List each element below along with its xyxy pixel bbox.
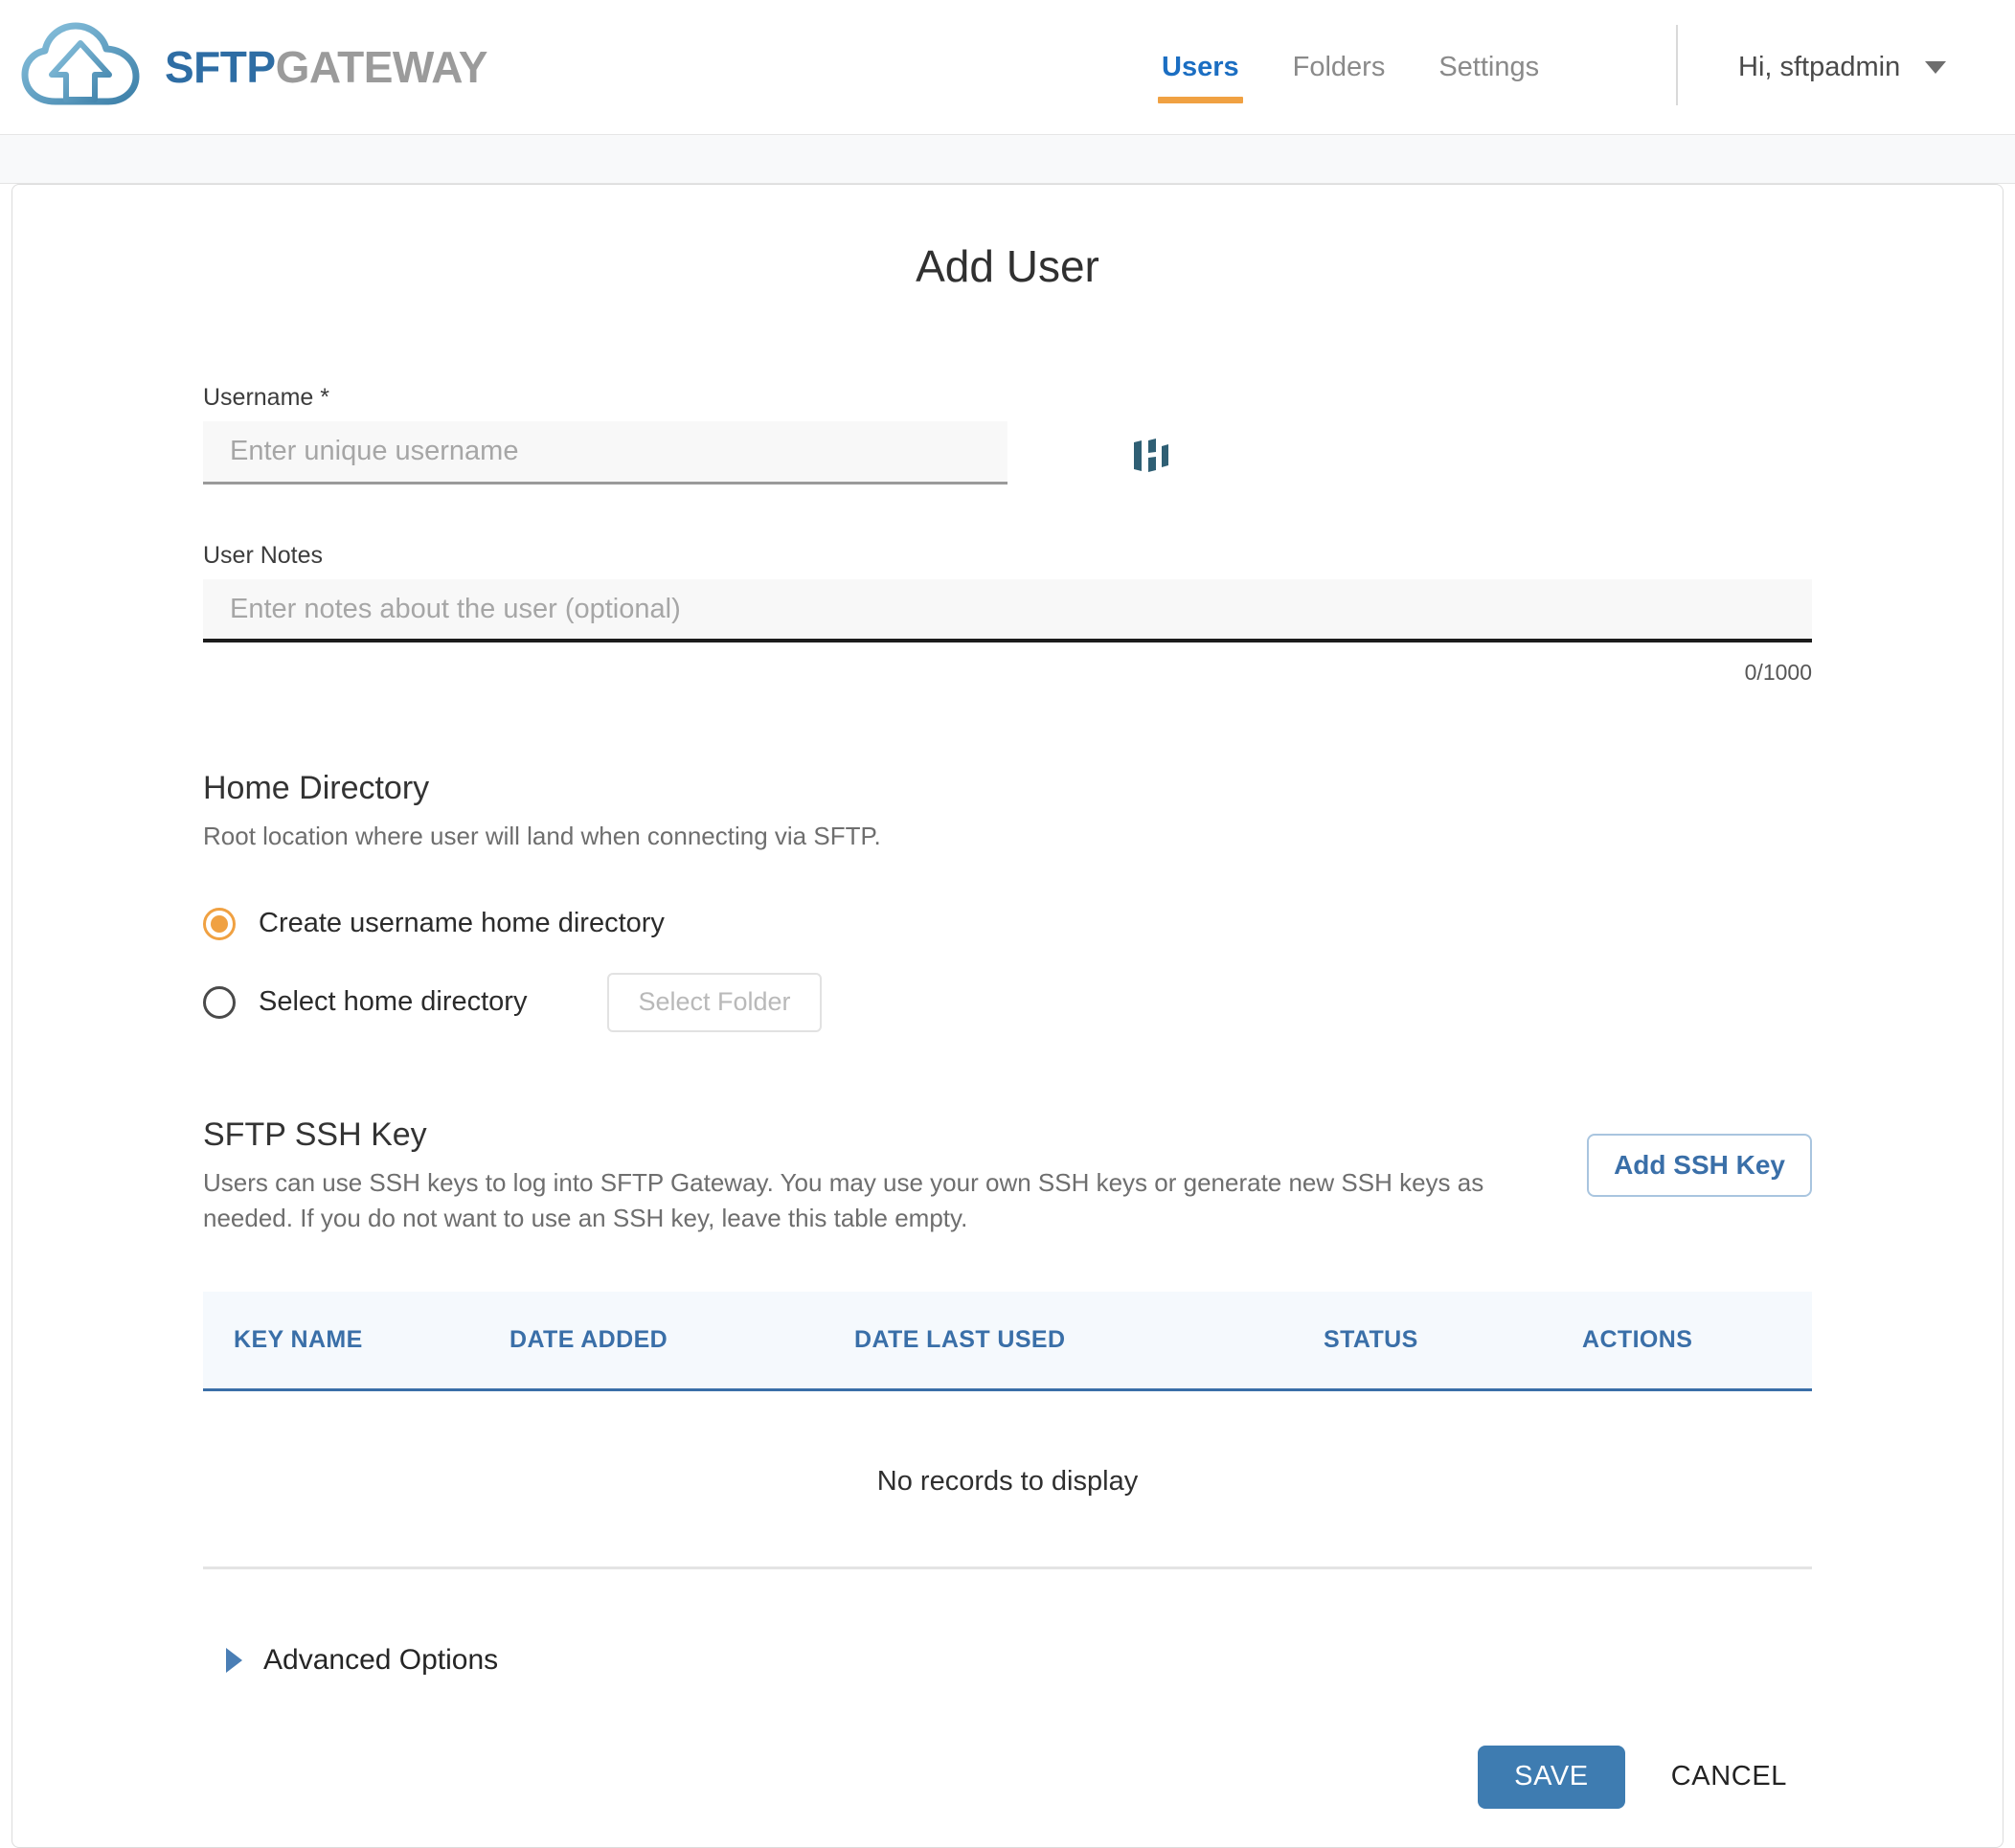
nav-item-users-label: Users xyxy=(1162,51,1239,82)
add-user-card: Add User Username * Enter unique usernam… xyxy=(11,184,2004,1848)
add-ssh-key-button[interactable]: Add SSH Key xyxy=(1587,1133,1812,1197)
user-notes-input[interactable] xyxy=(203,579,1812,642)
radio-option-select-home-directory[interactable]: Select home directory Select Folder xyxy=(203,972,1812,1032)
add-user-form: Username * User Notes xyxy=(203,292,1812,1809)
column-header-date-added[interactable]: DATE ADDED xyxy=(509,1326,854,1354)
select-folder-button[interactable]: Select Folder xyxy=(607,972,822,1032)
nav-item-folders[interactable]: Folders xyxy=(1266,0,1413,134)
nav-item-settings-label: Settings xyxy=(1438,51,1540,82)
nav-item-settings[interactable]: Settings xyxy=(1412,0,1566,134)
home-directory-description: Root location where user will land when … xyxy=(203,822,881,850)
column-header-key-name[interactable]: KEY NAME xyxy=(203,1326,509,1354)
home-directory-radio-group: Create username home directory Select ho… xyxy=(203,907,1812,1032)
cloud-upload-icon xyxy=(17,17,144,117)
main-navigation: Users Folders Settings xyxy=(1135,0,1566,134)
username-field-group: Username * xyxy=(203,384,1812,485)
radio-select-home-dir-icon[interactable] xyxy=(203,985,236,1019)
ssh-key-table-empty-message: No records to display xyxy=(203,1391,1812,1569)
ssh-key-header: SFTP SSH Key Users can use SSH keys to l… xyxy=(203,1116,1812,1236)
page-title: Add User xyxy=(916,241,1099,291)
form-action-buttons: SAVE CANCEL xyxy=(203,1745,1812,1809)
brand-name-primary: SFTP xyxy=(165,42,276,92)
ssh-key-title: SFTP SSH Key xyxy=(203,1116,427,1153)
triangle-right-icon xyxy=(226,1647,242,1673)
column-header-actions[interactable]: ACTIONS xyxy=(1582,1326,1774,1354)
user-notes-character-counter: 0/1000 xyxy=(1744,660,1812,685)
password-manager-icon[interactable] xyxy=(1130,437,1174,475)
username-label: Username * xyxy=(203,384,329,411)
radio-option-create-username-home-directory[interactable]: Create username home directory xyxy=(203,907,1812,940)
user-account-label: Hi, sftpadmin xyxy=(1738,51,1901,82)
brand-logo[interactable]: SFTPGATEWAY xyxy=(17,17,488,117)
user-notes-field-group: User Notes 0/1000 xyxy=(203,542,1812,686)
column-header-status[interactable]: STATUS xyxy=(1324,1326,1582,1354)
advanced-options-label: Advanced Options xyxy=(263,1643,499,1676)
user-notes-input-wrap xyxy=(203,579,1812,642)
nav-item-users[interactable]: Users xyxy=(1135,0,1266,134)
radio-create-home-dir-icon[interactable] xyxy=(203,907,236,940)
ssh-key-table: KEY NAME DATE ADDED DATE LAST USED STATU… xyxy=(203,1291,1812,1569)
brand-wordmark: SFTPGATEWAY xyxy=(165,42,488,92)
home-directory-section: Home Directory Root location where user … xyxy=(203,770,1812,1032)
app-header: SFTPGATEWAY Users Folders Settings Hi, s… xyxy=(0,0,2015,134)
home-directory-title: Home Directory xyxy=(203,770,430,806)
header-subbar xyxy=(0,134,2015,184)
username-input-wrap xyxy=(203,421,1812,485)
user-account-menu[interactable]: Hi, sftpadmin xyxy=(1738,0,1947,134)
ssh-key-section: SFTP SSH Key Users can use SSH keys to l… xyxy=(203,1116,1812,1569)
brand-name-secondary: GATEWAY xyxy=(275,42,488,92)
save-button[interactable]: SAVE xyxy=(1478,1745,1625,1809)
radio-create-home-dir-label: Create username home directory xyxy=(259,908,665,939)
ssh-key-table-header-row: KEY NAME DATE ADDED DATE LAST USED STATU… xyxy=(203,1291,1812,1391)
chevron-down-icon xyxy=(1925,60,1947,74)
radio-select-home-dir-label: Select home directory xyxy=(259,986,528,1018)
ssh-key-description: Users can use SSH keys to log into SFTP … xyxy=(203,1167,1484,1232)
ssh-key-header-text: SFTP SSH Key Users can use SSH keys to l… xyxy=(203,1116,1563,1236)
column-header-date-last-used[interactable]: DATE LAST USED xyxy=(854,1326,1324,1354)
username-input[interactable] xyxy=(203,421,1008,485)
nav-item-folders-label: Folders xyxy=(1292,51,1386,82)
user-notes-label: User Notes xyxy=(203,542,324,569)
cancel-button[interactable]: CANCEL xyxy=(1646,1746,1812,1809)
header-divider xyxy=(1676,25,1678,105)
advanced-options-toggle[interactable]: Advanced Options xyxy=(226,1644,498,1677)
